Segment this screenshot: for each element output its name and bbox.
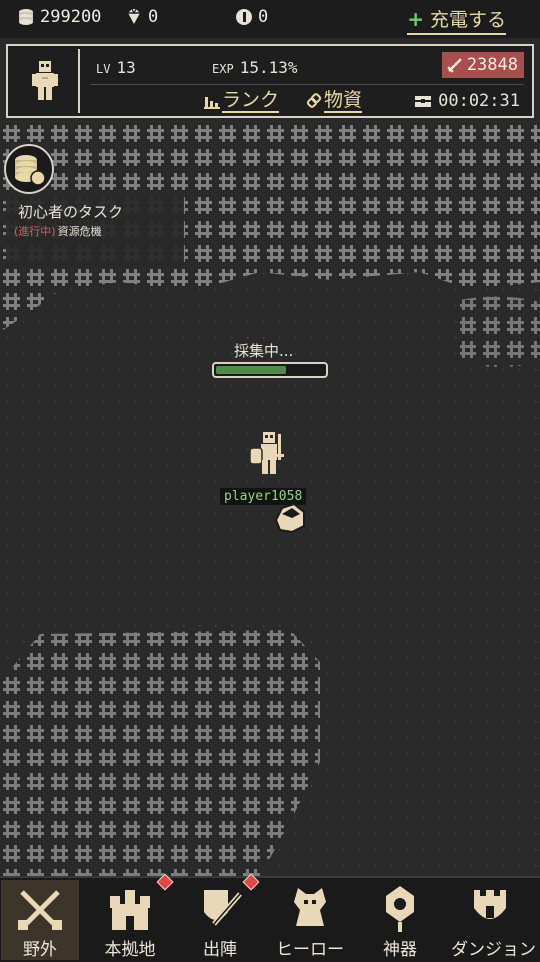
divider bbox=[90, 84, 524, 85]
nav-label: ヒーロー bbox=[276, 940, 344, 960]
gathering-label: 採集中... bbox=[234, 342, 294, 360]
hero-armor-icon bbox=[294, 888, 326, 926]
nav-field[interactable]: 野外 bbox=[1, 880, 79, 960]
task-name: 資源危機 bbox=[57, 225, 102, 238]
hero-portrait-icon bbox=[32, 61, 58, 100]
combat-power-badge[interactable]: 23848 bbox=[441, 52, 524, 78]
task-title: 初心者のタスク bbox=[18, 203, 124, 221]
nav-dungeon[interactable]: ダンジョン bbox=[451, 880, 536, 960]
timer-value: 00:02:31 bbox=[438, 91, 520, 111]
level-key: LV bbox=[96, 62, 111, 76]
timer: 00:02:31 bbox=[414, 91, 520, 111]
exp-key: EXP bbox=[212, 62, 234, 76]
token-icon bbox=[236, 9, 252, 25]
crossed-swords-icon bbox=[18, 890, 62, 930]
coin-stack-icon bbox=[19, 9, 33, 25]
materials-label: 物資 bbox=[324, 89, 363, 113]
task-subtitle: (進行中) 資源危機 bbox=[14, 223, 102, 239]
bottom-nav: 野外 本拠地 出陣 ヒーロー 神器 ダンジョン bbox=[0, 873, 540, 962]
rank-link[interactable]: ランク bbox=[204, 89, 280, 113]
gem-value: 0 bbox=[148, 7, 159, 27]
chest-icon bbox=[415, 96, 432, 107]
token-value: 0 bbox=[258, 7, 269, 27]
nav-label: ダンジョン bbox=[451, 940, 536, 960]
coin-counter: 299200 bbox=[16, 7, 101, 27]
task-status: (進行中) bbox=[14, 225, 56, 238]
plus-icon: + bbox=[407, 6, 424, 31]
coin-value: 299200 bbox=[40, 7, 102, 27]
nav-label: 出陣 bbox=[203, 940, 237, 960]
nav-label: 神器 bbox=[383, 940, 417, 960]
rock-terrain-bottom bbox=[0, 630, 320, 876]
task-coin-button[interactable] bbox=[4, 144, 54, 194]
level-value: 13 bbox=[116, 58, 136, 77]
token-counter: 0 bbox=[234, 7, 268, 27]
nav-base[interactable]: 本拠地 bbox=[91, 873, 174, 960]
charge-button[interactable]: + 充電する bbox=[407, 5, 506, 35]
castle-icon bbox=[110, 890, 150, 930]
task-card[interactable]: 初心者のタスク (進行中) 資源危機 bbox=[6, 196, 184, 266]
exp-value: 15.13% bbox=[239, 58, 298, 77]
avatar[interactable] bbox=[12, 49, 80, 113]
diamond-icon bbox=[128, 8, 140, 24]
sword-icon bbox=[447, 58, 462, 73]
gem-counter: 0 bbox=[124, 7, 158, 27]
resource-bar: 299200 0 0 + 充電する bbox=[0, 0, 540, 38]
bar-chart-icon bbox=[204, 97, 220, 109]
rock-terrain-right bbox=[460, 296, 540, 367]
sword-shield-icon bbox=[204, 890, 242, 926]
gathering-progress-fill bbox=[216, 366, 286, 374]
nav-sortie[interactable]: 出陣 bbox=[181, 873, 260, 960]
nav-artifacts[interactable]: 神器 bbox=[361, 880, 439, 960]
artifact-icon bbox=[386, 886, 414, 932]
ore-resource-icon[interactable] bbox=[272, 500, 308, 536]
rank-label: ランク bbox=[222, 89, 280, 113]
tower-icon bbox=[474, 890, 506, 919]
exp-display: EXP 15.13% bbox=[212, 58, 297, 77]
link-icon bbox=[306, 93, 322, 108]
nav-label: 野外 bbox=[23, 940, 57, 960]
notification-badge bbox=[156, 873, 174, 891]
gathering-progress-bar bbox=[212, 362, 328, 378]
gold-coins-icon bbox=[15, 155, 46, 186]
charge-label: 充電する bbox=[429, 9, 506, 31]
combat-power-value: 23848 bbox=[466, 55, 518, 75]
materials-link[interactable]: 物資 bbox=[306, 89, 363, 113]
level-display: LV 13 bbox=[96, 58, 136, 77]
profile-panel: LV 13 EXP 15.13% 23848 ランク 物資 00:02:31 bbox=[6, 44, 534, 118]
nav-label: 本拠地 bbox=[104, 940, 156, 960]
nav-heroes[interactable]: ヒーロー bbox=[271, 880, 349, 960]
player-character[interactable] bbox=[244, 428, 294, 484]
